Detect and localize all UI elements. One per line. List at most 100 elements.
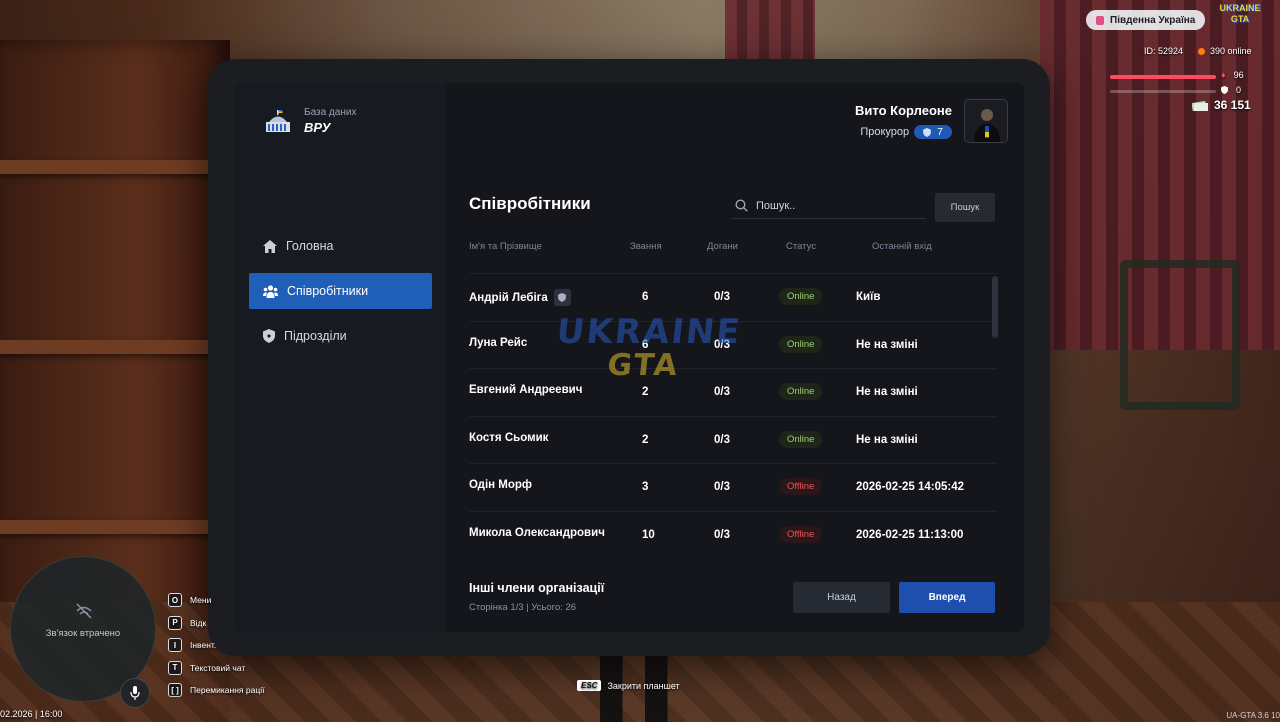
employee-rank: 10 — [642, 528, 655, 541]
brand-subtitle: База даних — [304, 107, 357, 118]
user-role: Прокурор — [860, 126, 910, 138]
employee-last-login: Не на зміні — [856, 338, 918, 351]
employee-name: Одін Морф — [469, 479, 532, 491]
pagination-info: Сторінка 1/3 | Усього: 26 — [469, 602, 577, 613]
sidebar-nav: Головна Співробітники Підрозділи — [249, 228, 432, 363]
server-logo-line2: GTA — [1230, 14, 1250, 24]
hotkey-label: Інвент. — [190, 640, 217, 651]
employee-rank: 2 — [642, 386, 649, 398]
sidebar: База даних ВРУ Головна Співробітники Під… — [234, 83, 446, 632]
avatar — [964, 99, 1008, 143]
employee-name: Евгений Андреевич — [469, 384, 583, 396]
status-badge: Online — [779, 430, 823, 448]
armor-indicator: 0 — [1221, 85, 1241, 95]
key-cap: I — [168, 638, 182, 653]
table-header: Ім'я та Прізвище Звання Догани Статус Ос… — [469, 241, 996, 255]
health-bar — [1110, 75, 1216, 79]
rank-badge: 7 — [914, 125, 952, 139]
main-panel: Вито Корлеоне Прокурор 7 Співробітники П… — [446, 83, 1024, 632]
employee-warnings: 0/3 — [714, 481, 730, 493]
search-icon — [735, 199, 748, 212]
employee-name-cell: Микола Олександрович — [469, 527, 605, 539]
table-row[interactable]: Евгений Андреевич 2 0/3 Online Не на зміні — [469, 368, 996, 416]
armor-bar — [1110, 90, 1216, 93]
close-tablet-hint: ESC Закрити планшет — [577, 680, 680, 691]
search-button[interactable]: Пошук — [935, 193, 995, 222]
employee-warnings: 0/3 — [714, 386, 730, 398]
armor-icon — [1221, 86, 1228, 94]
online-dot-icon — [1198, 47, 1205, 55]
hotkey-item: P Відк — [168, 612, 264, 635]
employee-last-login: 2026-02-25 11:13:00 — [856, 528, 964, 541]
shield-icon — [553, 289, 571, 306]
employee-name: Луна Рейс — [469, 336, 528, 349]
server-logo-line1: UKRAINE — [1219, 3, 1261, 13]
brand-title: ВРУ — [304, 120, 331, 135]
sidebar-item-label: Головна — [286, 239, 334, 253]
next-button[interactable]: Вперед — [899, 582, 995, 613]
employee-warnings: 0/3 — [714, 433, 730, 446]
key-cap: P — [168, 615, 182, 630]
employee-name-cell: Луна Рейс — [469, 337, 527, 349]
column-header-status: Статус — [786, 241, 817, 252]
employee-rank: 2 — [642, 433, 649, 446]
employee-name: Костя Сьомик — [469, 431, 549, 444]
employee-warnings: 0/3 — [714, 291, 730, 303]
microphone-button[interactable] — [120, 678, 150, 708]
status-badge: Offline — [779, 525, 823, 543]
employee-name-cell: Костя Сьомик — [469, 432, 548, 444]
hotkey-item: [ ] Перемикання рації — [168, 679, 264, 702]
map-status: Зв'язок втрачено — [45, 628, 121, 639]
parliament-icon — [264, 108, 292, 134]
table-row[interactable]: Микола Олександрович 10 0/3 Offline 2026-02-… — [469, 510, 996, 559]
search-input[interactable] — [756, 199, 906, 212]
employee-last-login: Київ — [856, 291, 881, 303]
heart-icon: ♦ — [1221, 70, 1226, 80]
player-id: ID: 52924 — [1144, 46, 1184, 56]
column-header-warnings: Догани — [707, 241, 738, 252]
table-row[interactable]: Одін Морф 3 0/3 Offline 2026-02-25 14:05:42 — [469, 463, 996, 511]
employee-rank: 6 — [642, 291, 649, 303]
hotkey-label: Мени — [190, 595, 212, 606]
sidebar-item-divisions[interactable]: Підрозділи — [249, 318, 432, 354]
region-name: Південна Україна — [1110, 14, 1196, 26]
online-count: 390 online — [1198, 46, 1252, 56]
rank-value: 7 — [937, 126, 943, 138]
hotkey-item: O Мени — [168, 589, 264, 612]
sidebar-item-label: Підрозділи — [284, 329, 347, 343]
employee-last-login: Не на зміні — [856, 386, 918, 398]
employee-last-login: 2026-02-25 14:05:42 — [856, 481, 965, 493]
watermark-logo: UKRAINE GTA — [551, 312, 744, 383]
brand: База даних ВРУ — [264, 107, 356, 135]
hotkey-label: Відк — [190, 617, 207, 628]
background-chair — [1120, 260, 1240, 410]
sidebar-item-label: Співробітники — [287, 284, 369, 298]
health-value: 96 — [1233, 70, 1244, 80]
server-logo: UKRAINE GTA — [1214, 3, 1266, 31]
version-label: UA-GTA 3.6 10 — [1226, 711, 1280, 720]
esc-key-cap: ESC — [577, 680, 602, 691]
watermark-line2: GTA — [605, 348, 681, 383]
status-badge: Online — [779, 383, 823, 400]
shield-icon — [923, 127, 932, 137]
hotkey-label: Текстовий чат — [190, 662, 246, 673]
table-scrollbar[interactable] — [992, 276, 998, 338]
close-tablet-label: Закрити планшет — [607, 680, 680, 691]
page-title: Співробітники — [469, 194, 591, 213]
location-icon — [1096, 15, 1104, 25]
no-signal-icon — [76, 603, 92, 619]
microphone-icon — [130, 686, 140, 700]
employee-name: Микола Олександрович — [469, 526, 605, 539]
back-button[interactable]: Назад — [793, 582, 890, 613]
column-header-last-login: Останній вхід — [872, 241, 932, 252]
status-badge: Online — [779, 335, 823, 353]
sidebar-item-home[interactable]: Головна — [249, 228, 432, 264]
employee-name-cell: Евгений Андреевич — [469, 384, 582, 396]
table-row[interactable]: Костя Сьомик 2 0/3 Online Не на зміні — [469, 415, 996, 464]
home-icon — [263, 239, 277, 253]
user-profile: Вито Корлеоне Прокурор 7 — [855, 99, 1008, 143]
key-cap: T — [168, 660, 182, 675]
employee-last-login: Не на зміні — [856, 433, 918, 446]
money-indicator: 36 151 — [1192, 98, 1251, 112]
sidebar-item-employees[interactable]: Співробітники — [249, 273, 432, 309]
